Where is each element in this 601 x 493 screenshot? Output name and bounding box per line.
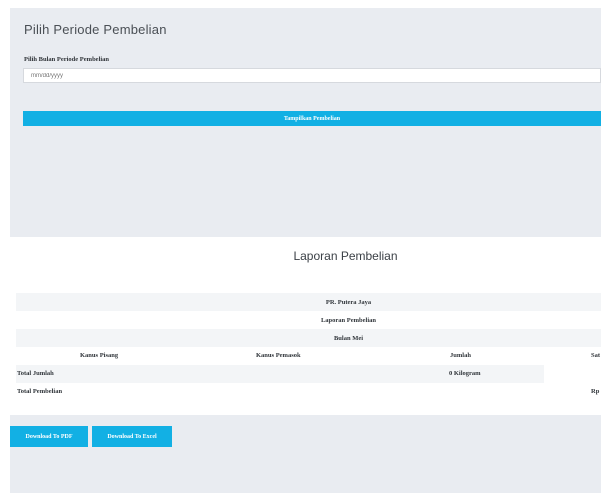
page-area: Pilih Periode Pembelian Pilih Bulan Peri… [10, 8, 601, 493]
column-header: Jumlah [450, 352, 471, 359]
column-header: Kanus Pemasok [256, 352, 301, 359]
total-pembelian-value: Rp [591, 388, 600, 395]
report-company: PR. Putera Jaya [16, 293, 601, 311]
download-pdf-button[interactable]: Download To PDF [10, 426, 88, 447]
month-field-label: Pilih Bulan Periode Pembelian [24, 56, 110, 63]
report-title: Laporan Pembelian [293, 249, 398, 263]
total-jumlah-row: Total Jumlah 0 Kilogram [16, 365, 601, 383]
total-pembelian-row: Total Pembelian Rp [16, 383, 601, 401]
column-header: Sat [591, 352, 601, 359]
total-jumlah-label: Total Jumlah [17, 370, 54, 377]
report-panel: Laporan Pembelian PR. Putera Jaya Lapora… [10, 237, 601, 415]
download-excel-button[interactable]: Download To Excel [92, 426, 172, 447]
column-header: Kanus Pisang [80, 352, 119, 359]
total-pembelian-label: Total Pembelian [17, 388, 63, 395]
report-month: Bulan Mei [16, 329, 601, 347]
filter-title: Pilih Periode Pembelian [24, 22, 167, 37]
show-purchases-button[interactable]: Tampilkan Pembelian [23, 111, 601, 126]
table-header-row: Kanus Pisang Kanus Pemasok Jumlah Sat [16, 347, 601, 365]
total-jumlah-value: 0 Kilogram [449, 370, 481, 377]
month-input[interactable] [23, 68, 601, 83]
empty-cell [544, 365, 601, 383]
report-subtitle: Laporan Pembelian [320, 316, 377, 324]
